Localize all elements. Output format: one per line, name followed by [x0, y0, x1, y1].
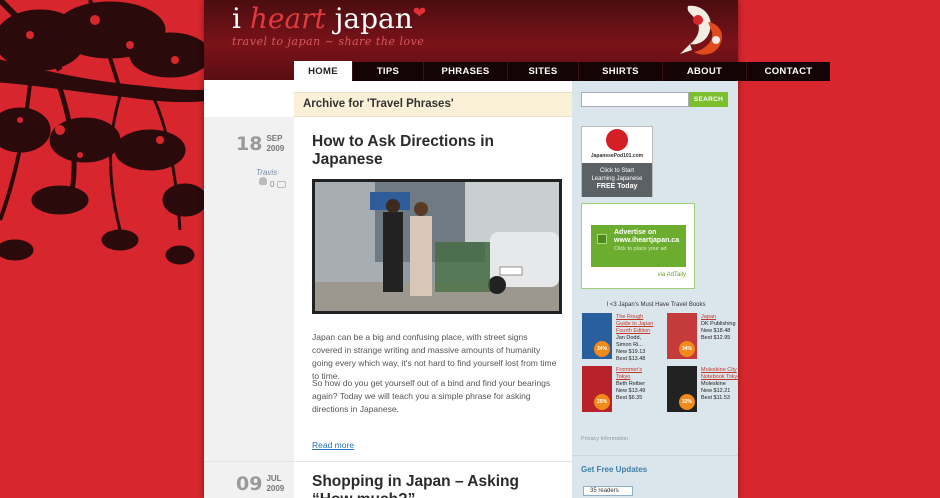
- advertise-box[interactable]: Advertise on www.iheartjapan.ca Click to…: [581, 203, 695, 289]
- search-button[interactable]: SEARCH: [689, 92, 728, 107]
- heart-icon: ❤: [412, 3, 427, 22]
- book-title[interactable]: Frommer's: [616, 367, 668, 374]
- book-new-price: New $19.13: [616, 349, 646, 355]
- ad-via[interactable]: via AdTaily: [658, 272, 686, 278]
- nav-about[interactable]: ABOUT: [662, 62, 746, 81]
- nav-phrases[interactable]: PHRASES: [423, 62, 507, 81]
- readers-count: 35: [590, 488, 597, 494]
- book-author: Beth Reiber: [616, 381, 646, 387]
- post-title[interactable]: Shopping in Japan – Asking “How much?”: [312, 473, 552, 498]
- user-icon: [259, 177, 267, 185]
- date-gutter: [204, 117, 294, 498]
- book-item[interactable]: 25% Frommer's Tokyo Beth Reiber New $13.…: [582, 366, 662, 414]
- book-title[interactable]: The Rough: [616, 314, 668, 321]
- jp101-cta: FREE Today: [596, 183, 638, 190]
- readers-label: readers: [598, 488, 619, 494]
- post-month-year: SEP 2009: [266, 134, 284, 154]
- nav-contact[interactable]: CONTACT: [746, 62, 830, 81]
- book-best-price: Best $11.53: [701, 395, 730, 401]
- post-comments[interactable]: 0: [270, 180, 287, 189]
- street-photo-image: [315, 182, 559, 311]
- feed-readers-badge[interactable]: 35 readers: [583, 486, 633, 496]
- page-container: i heart japan❤ travel to japan ~ share t…: [204, 0, 830, 498]
- archive-heading: Archive for 'Travel Phrases': [294, 92, 572, 117]
- book-author: Moleskine: [701, 381, 726, 387]
- site-tagline: travel to japan ~ share the love: [232, 35, 425, 48]
- ad-sub: Click to place your ad: [614, 246, 667, 252]
- site-logo[interactable]: i heart japan❤: [232, 2, 426, 35]
- nav-tips[interactable]: TIPS: [352, 62, 423, 81]
- free-updates-heading: Get Free Updates: [581, 465, 648, 474]
- discount-badge: 25%: [594, 394, 610, 410]
- discount-badge: 34%: [594, 341, 610, 357]
- nav-shirts[interactable]: SHIRTS: [578, 62, 662, 81]
- comment-count: 0: [270, 180, 275, 189]
- jp101-line2: Learning Japanese: [591, 176, 643, 182]
- jp101-line1: Click to Start: [599, 168, 634, 174]
- post-photo[interactable]: [312, 179, 562, 314]
- book-title[interactable]: Notebook Tokyo: [701, 374, 753, 381]
- logo-heart-text: heart: [249, 2, 326, 35]
- logo-japan: japan: [334, 2, 413, 35]
- jp101-brand: JapanesePod101.com: [590, 153, 644, 159]
- japanesepod101-ad[interactable]: JapanesePod101.com Click to Start Learni…: [581, 126, 653, 197]
- privacy-link[interactable]: Privacy Information: [581, 436, 628, 442]
- discount-badge: 32%: [679, 394, 695, 410]
- post-day: 09: [236, 473, 263, 495]
- post-month: SEP: [266, 134, 283, 143]
- logo-i: i: [232, 2, 241, 35]
- book-author: Jan Dodd,: [616, 335, 642, 341]
- read-more-link[interactable]: Read more: [312, 440, 354, 450]
- book-new-price: New $13.49: [616, 388, 646, 394]
- post-year: 2009: [266, 144, 285, 153]
- book-item[interactable]: 32% Moleskine City Notebook Tokyo Molesk…: [667, 366, 747, 414]
- jp101-logo-icon: [606, 129, 628, 151]
- post-date: 09 JUL 2009: [236, 473, 284, 495]
- main-nav: HOME TIPS PHRASES SITES SHIRTS ABOUT CON…: [294, 61, 830, 81]
- book-author: DK Publishing: [701, 321, 736, 327]
- ad-domain: www.iheartjapan.ca: [614, 237, 680, 244]
- post-date: 18 SEP 2009: [236, 133, 284, 155]
- ad-placeholder-icon: [597, 234, 607, 244]
- book-title[interactable]: Tokyo: [616, 374, 668, 381]
- tree-silhouette-decoration: [0, 0, 210, 265]
- sidebar: SEARCH JapanesePod101.com Click to Start…: [572, 81, 740, 498]
- books-title: I <3 Japan's Must Have Travel Books: [606, 302, 706, 308]
- book-author: Simon Ri...: [616, 342, 643, 348]
- post-title[interactable]: How to Ask Directions in Japanese: [312, 133, 552, 169]
- ad-title: Advertise on: [614, 229, 657, 236]
- book-item[interactable]: 34% Japan DK Publishing New $18.48 Best …: [667, 313, 747, 361]
- main-content: Archive for 'Travel Phrases' 18 SEP 2009…: [204, 81, 572, 498]
- post-divider: [204, 461, 572, 462]
- book-new-price: New $18.48: [701, 328, 731, 334]
- post-year: 2009: [266, 484, 285, 493]
- discount-badge: 34%: [679, 341, 695, 357]
- sidebar-divider: [572, 455, 738, 456]
- post-paragraph: So how do you get yourself out of a bind…: [312, 378, 551, 414]
- post-day: 18: [236, 133, 263, 155]
- post-author-name: Travis: [256, 168, 278, 177]
- book-best-price: Best $13.48: [616, 356, 646, 362]
- nav-sites[interactable]: SITES: [507, 62, 578, 81]
- post-month-year: JUL 2009: [266, 474, 284, 494]
- site-header: i heart japan❤ travel to japan ~ share t…: [204, 0, 830, 81]
- book-new-price: New $12.21: [701, 388, 731, 394]
- book-title[interactable]: Guide to Japan: [616, 321, 668, 328]
- book-item[interactable]: 34% The Rough Guide to Japan Fourth Edit…: [582, 313, 662, 362]
- book-title[interactable]: Fourth Edition: [616, 328, 668, 335]
- book-best-price: Best $6.35: [616, 395, 643, 401]
- koi-fish-icon: [680, 5, 723, 55]
- book-title[interactable]: Moleskine City: [701, 367, 753, 374]
- nav-home[interactable]: HOME: [294, 61, 352, 81]
- book-best-price: Best $12.95: [701, 335, 731, 341]
- post-paragraph: Japan can be a big and confusing place, …: [312, 332, 557, 381]
- comment-icon: [277, 181, 287, 188]
- search-input[interactable]: [581, 92, 689, 107]
- post-month: JUL: [266, 474, 282, 483]
- book-title[interactable]: Japan: [701, 314, 753, 321]
